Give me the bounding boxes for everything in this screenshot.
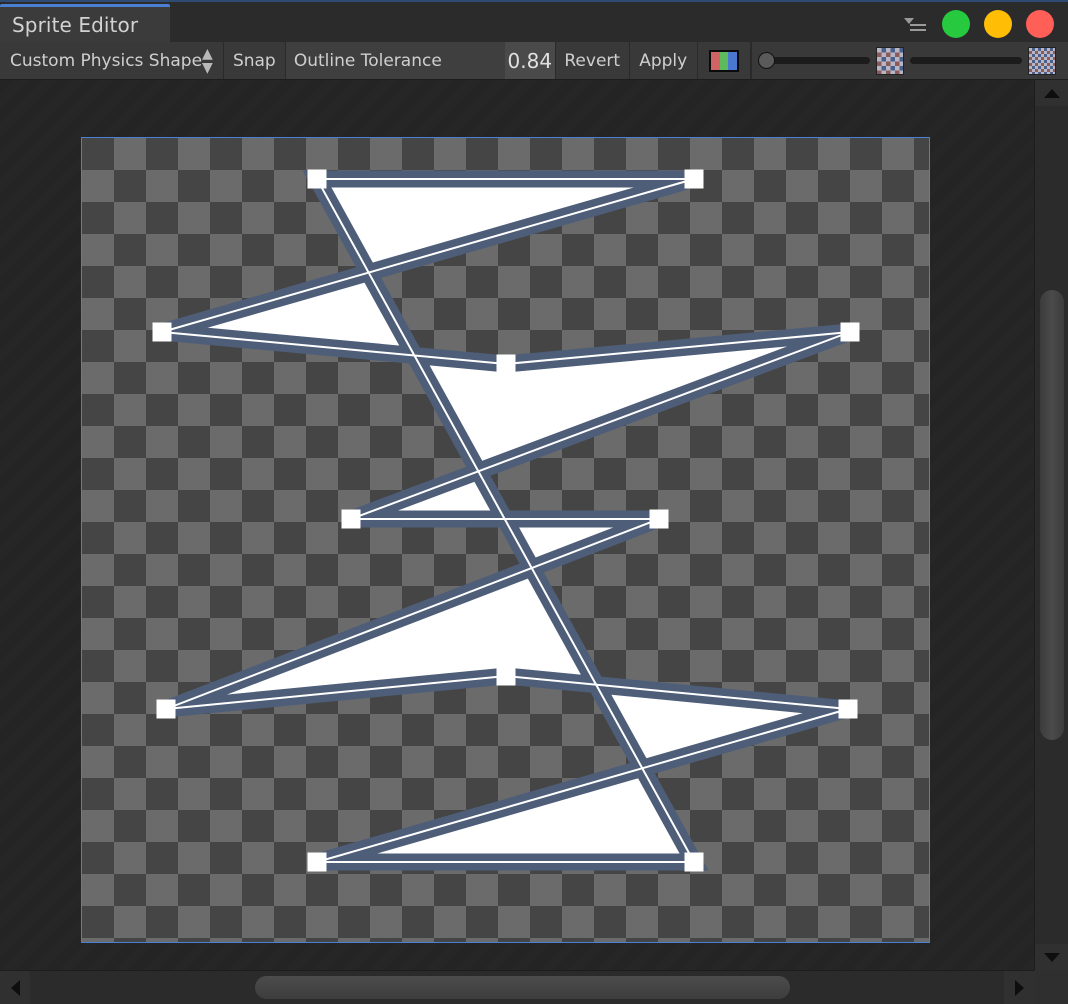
vertical-scrollbar[interactable] [1034, 80, 1068, 970]
tolerance-value: 0.84 [507, 48, 553, 73]
checker-dense-icon[interactable] [1028, 46, 1056, 75]
filter-menu-icon[interactable] [904, 15, 926, 33]
outline-tolerance-label: Outline Tolerance [285, 42, 505, 79]
close-button[interactable] [1026, 10, 1054, 38]
handle-right-upper[interactable] [840, 322, 860, 342]
scrollbar-corner [1034, 970, 1068, 1004]
apply-label: Apply [639, 50, 688, 71]
handle-inner-left[interactable] [341, 509, 361, 529]
sprite-shape-edge [161, 178, 851, 863]
vertical-scrollbar-thumb[interactable] [1040, 290, 1064, 740]
revert-button[interactable]: Revert [555, 42, 630, 79]
handle-left-upper[interactable] [152, 322, 172, 342]
slider-group [752, 42, 1068, 79]
title-bar: Sprite Editor [0, 0, 1068, 42]
handle-center-bottom[interactable] [496, 666, 516, 686]
horizontal-scrollbar[interactable] [0, 970, 1034, 1004]
alpha-slider-knob[interactable] [758, 52, 775, 69]
shape-mode-dropdown[interactable]: Custom Physics Shape ▲ ▼ [0, 42, 224, 79]
shape-mode-label: Custom Physics Shape [10, 50, 203, 71]
scroll-right-arrow[interactable] [1004, 971, 1034, 1004]
snap-label: Snap [232, 50, 276, 71]
scroll-down-arrow[interactable] [1035, 944, 1068, 970]
handle-bottom-right[interactable] [684, 852, 704, 872]
handle-bottom-left[interactable] [307, 852, 327, 872]
zoom-slider-track [910, 57, 1022, 64]
horizontal-scrollbar-thumb[interactable] [255, 976, 790, 999]
zoom-slider[interactable] [910, 51, 1022, 71]
minimize-button[interactable] [984, 10, 1012, 38]
handle-top-right[interactable] [684, 169, 704, 189]
tab-sprite-editor[interactable]: Sprite Editor [0, 4, 170, 42]
handle-top-left[interactable] [307, 169, 327, 189]
alpha-slider[interactable] [758, 51, 870, 71]
sprite-outline-svg [159, 170, 853, 871]
updown-chevron-icon: ▲ ▼ [202, 45, 213, 76]
handle-left-lower[interactable] [156, 699, 176, 719]
scroll-left-arrow[interactable] [0, 971, 30, 1004]
sprite-viewport[interactable] [0, 80, 1034, 970]
sprite-canvas[interactable] [81, 137, 930, 943]
maximize-button[interactable] [942, 10, 970, 38]
scroll-up-arrow[interactable] [1035, 80, 1068, 106]
handle-right-lower[interactable] [838, 699, 858, 719]
rgb-channel-icon [708, 49, 739, 72]
outline-tolerance-input[interactable]: 0.84 [504, 42, 556, 79]
revert-label: Revert [564, 50, 621, 71]
handle-inner-right[interactable] [649, 509, 669, 529]
checker-swatch-icon[interactable] [876, 46, 904, 75]
rgb-channel-button[interactable] [697, 42, 751, 79]
apply-button[interactable]: Apply [629, 42, 698, 79]
snap-button[interactable]: Snap [223, 42, 286, 79]
tolerance-label-text: Outline Tolerance [293, 50, 442, 71]
toolbar: Custom Physics Shape ▲ ▼ Snap Outline Tol… [0, 42, 1068, 80]
window-controls [904, 8, 1054, 40]
tab-label: Sprite Editor [12, 12, 139, 37]
sprite-editor-window: Sprite Editor Custom Physics Shape ▲ ▼ Sn… [0, 0, 1068, 1004]
handle-center-top[interactable] [496, 354, 516, 374]
